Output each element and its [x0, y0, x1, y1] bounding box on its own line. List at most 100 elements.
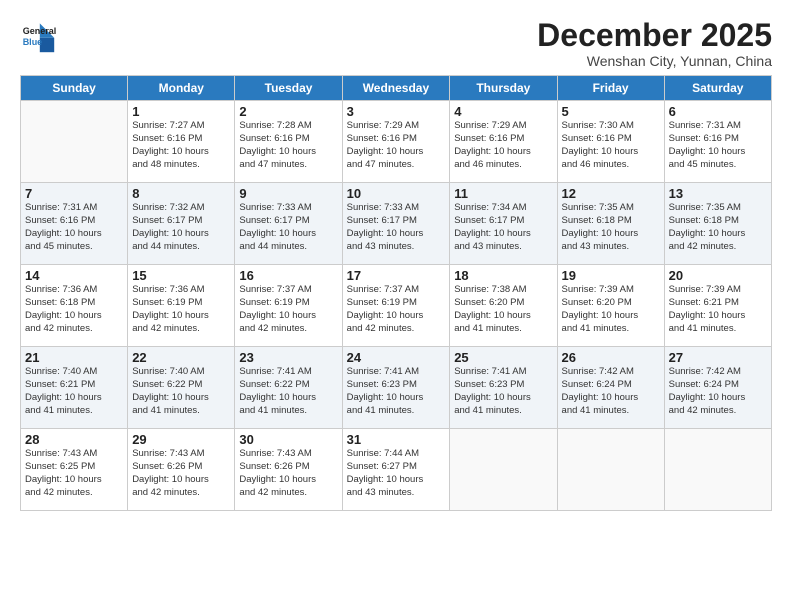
calendar-cell: 3Sunrise: 7:29 AM Sunset: 6:16 PM Daylig…: [342, 101, 450, 183]
day-info: Sunrise: 7:43 AM Sunset: 6:26 PM Dayligh…: [239, 448, 337, 499]
calendar-cell: 17Sunrise: 7:37 AM Sunset: 6:19 PM Dayli…: [342, 265, 450, 347]
calendar-cell: [557, 429, 664, 511]
calendar-header-tuesday: Tuesday: [235, 76, 342, 101]
day-info: Sunrise: 7:38 AM Sunset: 6:20 PM Dayligh…: [454, 284, 552, 335]
day-info: Sunrise: 7:37 AM Sunset: 6:19 PM Dayligh…: [239, 284, 337, 335]
svg-text:General: General: [23, 26, 56, 36]
calendar-week-row: 14Sunrise: 7:36 AM Sunset: 6:18 PM Dayli…: [21, 265, 772, 347]
day-number: 10: [347, 186, 446, 201]
calendar-cell: 22Sunrise: 7:40 AM Sunset: 6:22 PM Dayli…: [128, 347, 235, 429]
day-number: 9: [239, 186, 337, 201]
day-info: Sunrise: 7:36 AM Sunset: 6:19 PM Dayligh…: [132, 284, 230, 335]
day-info: Sunrise: 7:30 AM Sunset: 6:16 PM Dayligh…: [562, 120, 660, 171]
title-area: December 2025 Wenshan City, Yunnan, Chin…: [537, 18, 772, 69]
calendar-cell: [664, 429, 771, 511]
day-info: Sunrise: 7:44 AM Sunset: 6:27 PM Dayligh…: [347, 448, 446, 499]
day-info: Sunrise: 7:37 AM Sunset: 6:19 PM Dayligh…: [347, 284, 446, 335]
day-number: 14: [25, 268, 123, 283]
day-info: Sunrise: 7:42 AM Sunset: 6:24 PM Dayligh…: [562, 366, 660, 417]
day-number: 5: [562, 104, 660, 119]
calendar-cell: 4Sunrise: 7:29 AM Sunset: 6:16 PM Daylig…: [450, 101, 557, 183]
calendar-cell: 24Sunrise: 7:41 AM Sunset: 6:23 PM Dayli…: [342, 347, 450, 429]
svg-text:Blue: Blue: [23, 37, 43, 47]
day-number: 16: [239, 268, 337, 283]
day-info: Sunrise: 7:31 AM Sunset: 6:16 PM Dayligh…: [25, 202, 123, 253]
day-number: 8: [132, 186, 230, 201]
calendar-cell: [450, 429, 557, 511]
calendar-header-sunday: Sunday: [21, 76, 128, 101]
calendar-cell: 29Sunrise: 7:43 AM Sunset: 6:26 PM Dayli…: [128, 429, 235, 511]
day-number: 23: [239, 350, 337, 365]
day-info: Sunrise: 7:42 AM Sunset: 6:24 PM Dayligh…: [669, 366, 767, 417]
day-number: 29: [132, 432, 230, 447]
day-number: 17: [347, 268, 446, 283]
calendar-cell: 28Sunrise: 7:43 AM Sunset: 6:25 PM Dayli…: [21, 429, 128, 511]
day-number: 12: [562, 186, 660, 201]
day-number: 18: [454, 268, 552, 283]
subtitle: Wenshan City, Yunnan, China: [537, 53, 772, 69]
day-info: Sunrise: 7:41 AM Sunset: 6:23 PM Dayligh…: [454, 366, 552, 417]
calendar-cell: 31Sunrise: 7:44 AM Sunset: 6:27 PM Dayli…: [342, 429, 450, 511]
calendar-cell: 11Sunrise: 7:34 AM Sunset: 6:17 PM Dayli…: [450, 183, 557, 265]
day-number: 21: [25, 350, 123, 365]
calendar-cell: 27Sunrise: 7:42 AM Sunset: 6:24 PM Dayli…: [664, 347, 771, 429]
day-number: 30: [239, 432, 337, 447]
day-info: Sunrise: 7:39 AM Sunset: 6:21 PM Dayligh…: [669, 284, 767, 335]
day-number: 6: [669, 104, 767, 119]
day-info: Sunrise: 7:27 AM Sunset: 6:16 PM Dayligh…: [132, 120, 230, 171]
calendar-cell: 20Sunrise: 7:39 AM Sunset: 6:21 PM Dayli…: [664, 265, 771, 347]
day-number: 13: [669, 186, 767, 201]
calendar-week-row: 7Sunrise: 7:31 AM Sunset: 6:16 PM Daylig…: [21, 183, 772, 265]
calendar-header-saturday: Saturday: [664, 76, 771, 101]
calendar-cell: 18Sunrise: 7:38 AM Sunset: 6:20 PM Dayli…: [450, 265, 557, 347]
day-number: 15: [132, 268, 230, 283]
calendar-cell: 26Sunrise: 7:42 AM Sunset: 6:24 PM Dayli…: [557, 347, 664, 429]
calendar-cell: 2Sunrise: 7:28 AM Sunset: 6:16 PM Daylig…: [235, 101, 342, 183]
calendar-week-row: 21Sunrise: 7:40 AM Sunset: 6:21 PM Dayli…: [21, 347, 772, 429]
calendar-week-row: 28Sunrise: 7:43 AM Sunset: 6:25 PM Dayli…: [21, 429, 772, 511]
calendar-cell: 1Sunrise: 7:27 AM Sunset: 6:16 PM Daylig…: [128, 101, 235, 183]
day-number: 31: [347, 432, 446, 447]
day-info: Sunrise: 7:40 AM Sunset: 6:21 PM Dayligh…: [25, 366, 123, 417]
day-info: Sunrise: 7:29 AM Sunset: 6:16 PM Dayligh…: [347, 120, 446, 171]
calendar-cell: 7Sunrise: 7:31 AM Sunset: 6:16 PM Daylig…: [21, 183, 128, 265]
day-number: 22: [132, 350, 230, 365]
day-info: Sunrise: 7:39 AM Sunset: 6:20 PM Dayligh…: [562, 284, 660, 335]
day-info: Sunrise: 7:35 AM Sunset: 6:18 PM Dayligh…: [562, 202, 660, 253]
day-info: Sunrise: 7:32 AM Sunset: 6:17 PM Dayligh…: [132, 202, 230, 253]
page: General Blue December 2025 Wenshan City,…: [0, 0, 792, 612]
header: General Blue December 2025 Wenshan City,…: [20, 18, 772, 69]
logo-icon: General Blue: [20, 18, 56, 54]
main-title: December 2025: [537, 18, 772, 53]
day-number: 19: [562, 268, 660, 283]
calendar-header-thursday: Thursday: [450, 76, 557, 101]
calendar-header-wednesday: Wednesday: [342, 76, 450, 101]
calendar-cell: 19Sunrise: 7:39 AM Sunset: 6:20 PM Dayli…: [557, 265, 664, 347]
day-number: 7: [25, 186, 123, 201]
calendar-cell: 8Sunrise: 7:32 AM Sunset: 6:17 PM Daylig…: [128, 183, 235, 265]
day-info: Sunrise: 7:33 AM Sunset: 6:17 PM Dayligh…: [347, 202, 446, 253]
day-number: 28: [25, 432, 123, 447]
day-number: 27: [669, 350, 767, 365]
calendar-header-monday: Monday: [128, 76, 235, 101]
calendar-cell: 15Sunrise: 7:36 AM Sunset: 6:19 PM Dayli…: [128, 265, 235, 347]
day-info: Sunrise: 7:34 AM Sunset: 6:17 PM Dayligh…: [454, 202, 552, 253]
calendar-cell: 14Sunrise: 7:36 AM Sunset: 6:18 PM Dayli…: [21, 265, 128, 347]
calendar-header-row: SundayMondayTuesdayWednesdayThursdayFrid…: [21, 76, 772, 101]
day-info: Sunrise: 7:29 AM Sunset: 6:16 PM Dayligh…: [454, 120, 552, 171]
day-info: Sunrise: 7:35 AM Sunset: 6:18 PM Dayligh…: [669, 202, 767, 253]
calendar-cell: 10Sunrise: 7:33 AM Sunset: 6:17 PM Dayli…: [342, 183, 450, 265]
day-info: Sunrise: 7:43 AM Sunset: 6:26 PM Dayligh…: [132, 448, 230, 499]
calendar-cell: 5Sunrise: 7:30 AM Sunset: 6:16 PM Daylig…: [557, 101, 664, 183]
day-number: 11: [454, 186, 552, 201]
logo: General Blue: [20, 18, 56, 54]
calendar-cell: 12Sunrise: 7:35 AM Sunset: 6:18 PM Dayli…: [557, 183, 664, 265]
day-number: 20: [669, 268, 767, 283]
day-number: 3: [347, 104, 446, 119]
calendar-cell: 23Sunrise: 7:41 AM Sunset: 6:22 PM Dayli…: [235, 347, 342, 429]
calendar-cell: 6Sunrise: 7:31 AM Sunset: 6:16 PM Daylig…: [664, 101, 771, 183]
calendar-cell: 16Sunrise: 7:37 AM Sunset: 6:19 PM Dayli…: [235, 265, 342, 347]
day-info: Sunrise: 7:31 AM Sunset: 6:16 PM Dayligh…: [669, 120, 767, 171]
day-number: 25: [454, 350, 552, 365]
calendar-cell: 9Sunrise: 7:33 AM Sunset: 6:17 PM Daylig…: [235, 183, 342, 265]
